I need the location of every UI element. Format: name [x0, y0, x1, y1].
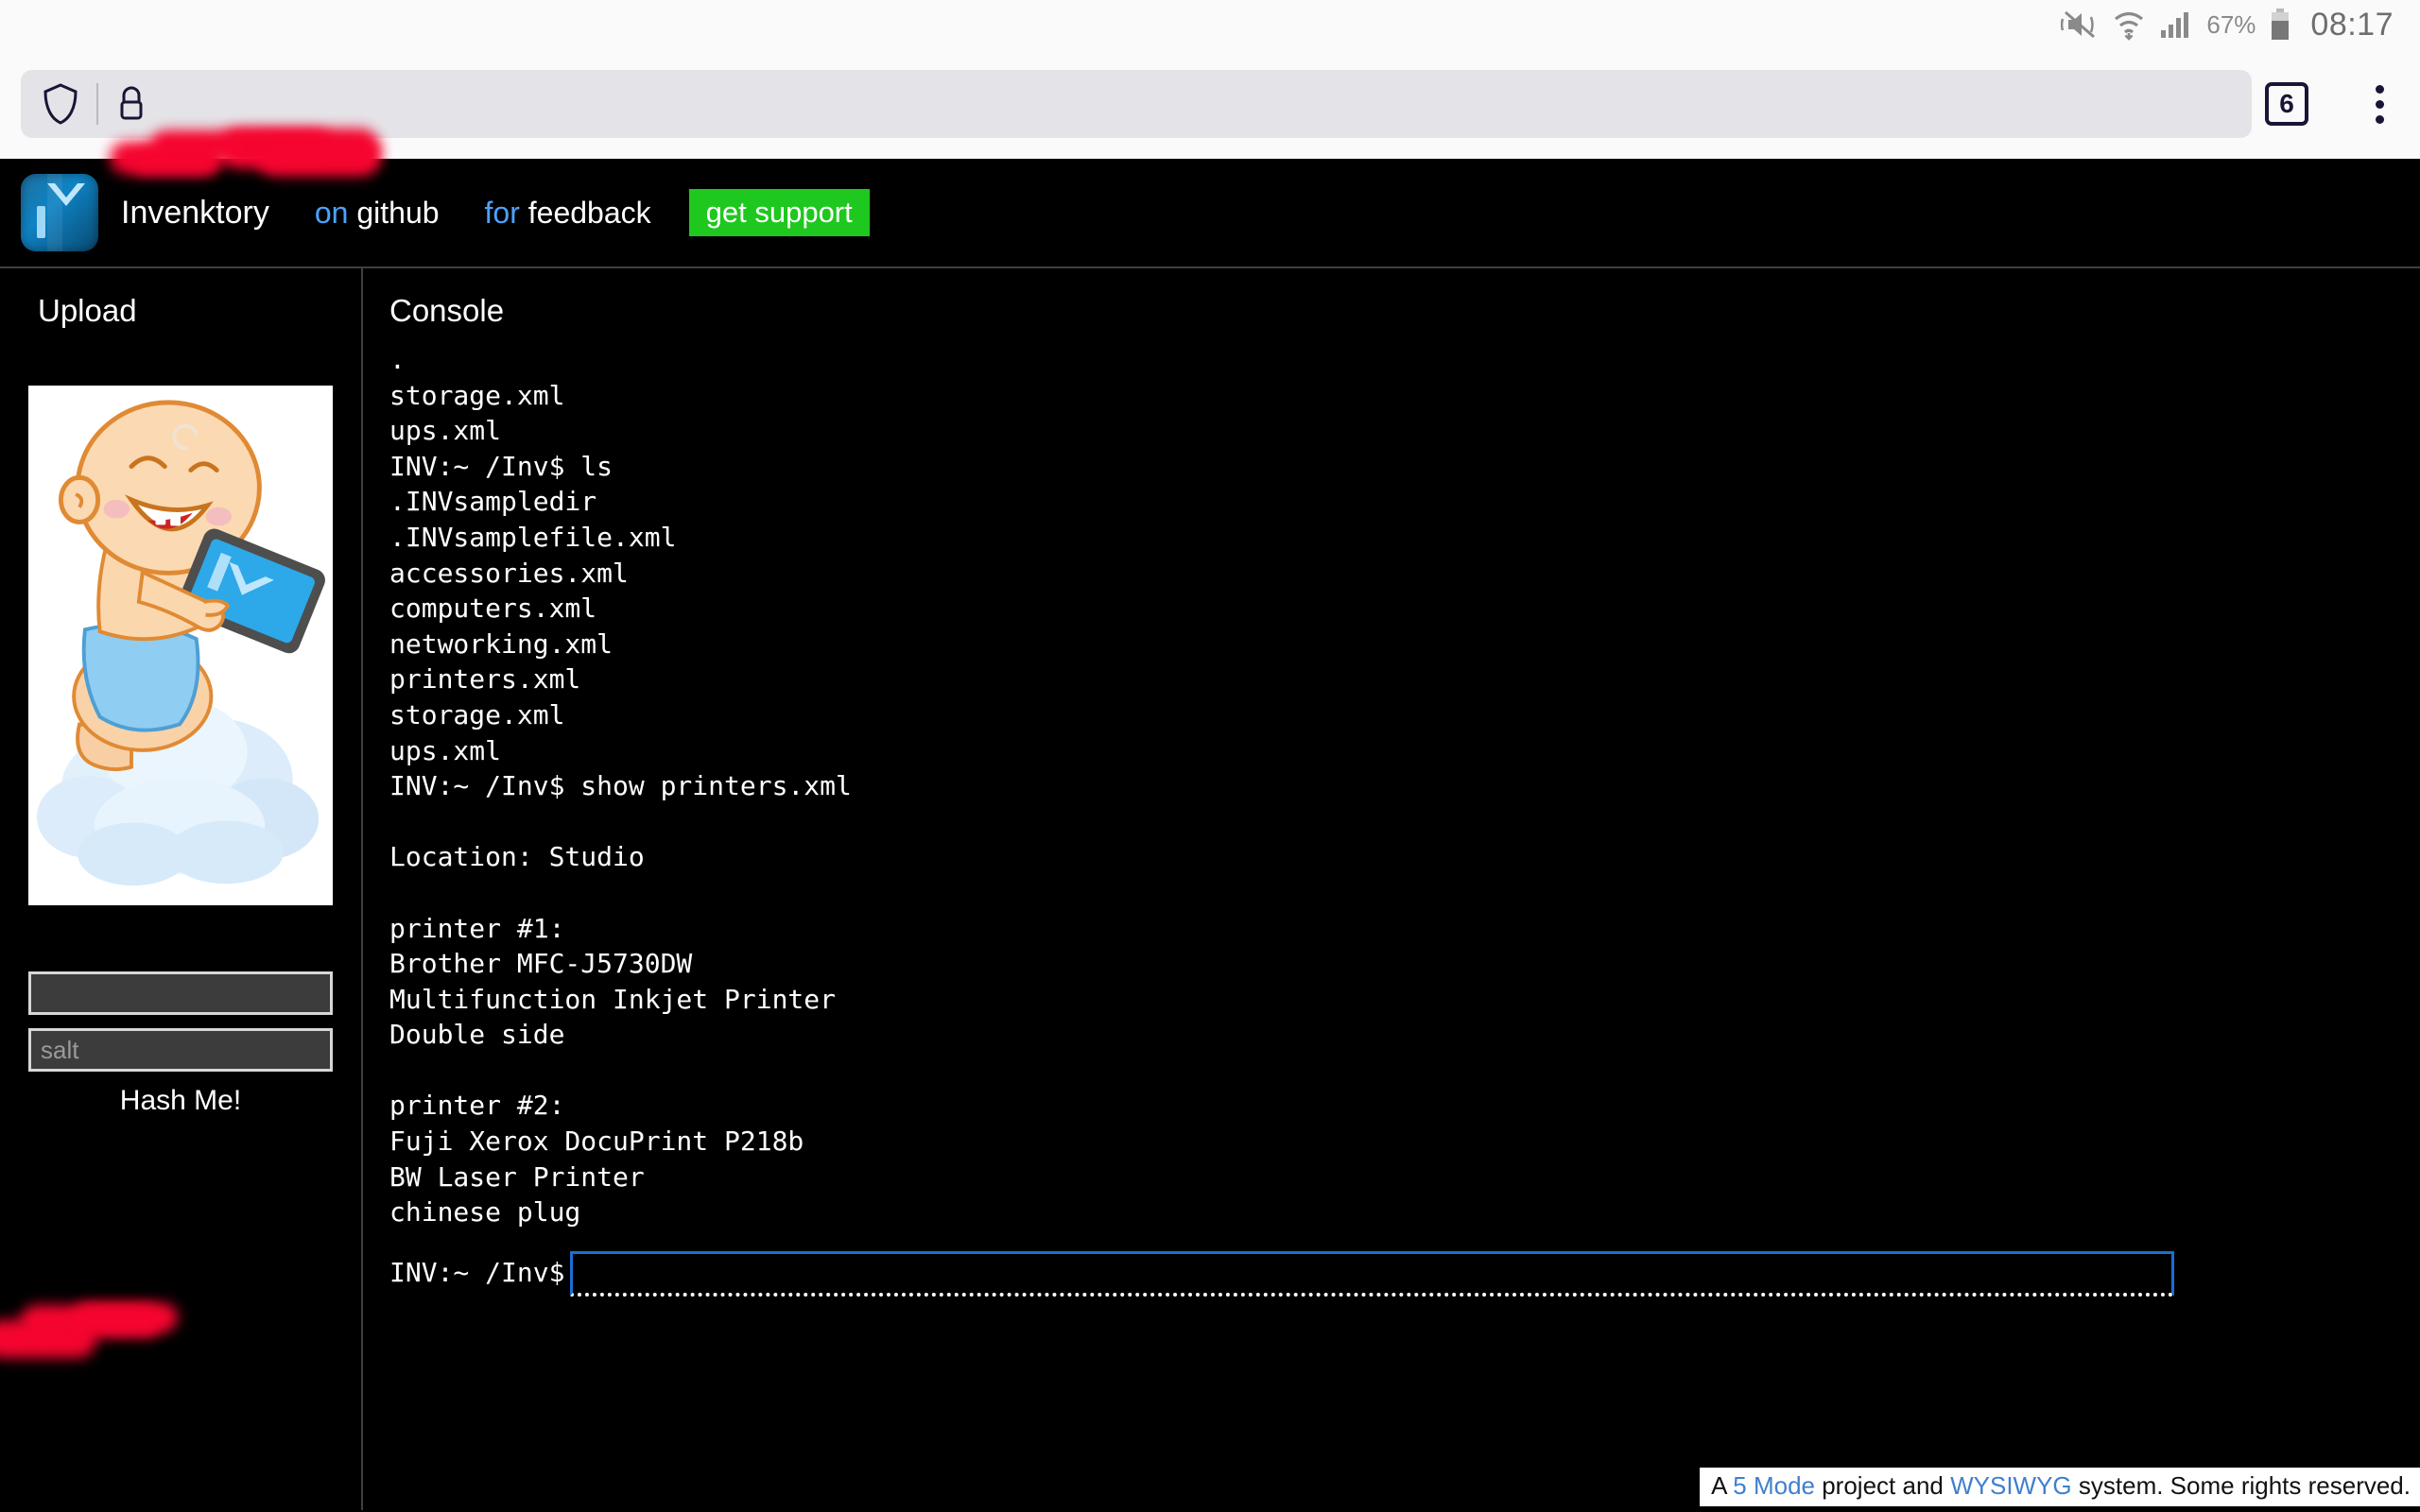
invenktory-logo-icon [21, 174, 98, 251]
footer-suffix: system. Some rights reserved. [2072, 1471, 2411, 1500]
nav-link-github[interactable]: on github [315, 196, 440, 231]
wifi-icon [2112, 9, 2146, 41]
shield-icon[interactable] [42, 82, 79, 126]
overflow-menu-icon[interactable] [2376, 85, 2384, 124]
hash-input-redaction-overlay [0, 1303, 182, 1356]
hash-input[interactable] [28, 971, 333, 1015]
nav-link-feedback[interactable]: for feedback [485, 196, 651, 231]
app-header: Invenktory on github for feedback get su… [0, 159, 2420, 268]
console-output: . storage.xml ups.xml INV:~ /Inv$ ls .IN… [389, 342, 2420, 1230]
console-prompt-row: INV:~ /Inv$ [389, 1251, 2420, 1297]
main-body: Upload [0, 268, 2420, 1510]
brand-title: Invenktory [121, 195, 269, 232]
address-bar[interactable] [21, 70, 2252, 138]
footer-prefix: A [1711, 1471, 1733, 1500]
hash-me-button[interactable]: Hash Me! [0, 1085, 361, 1117]
vibrate-mute-icon [2061, 9, 2099, 41]
tab-counter-button[interactable]: 6 [2265, 82, 2308, 126]
status-clock: 08:17 [2310, 7, 2394, 43]
console-command-input[interactable] [570, 1251, 2174, 1297]
lock-icon[interactable] [115, 84, 147, 124]
get-support-button[interactable]: get support [689, 189, 870, 236]
browser-toolbar: 6 [0, 49, 2420, 159]
footer-credits: A 5 Mode project and WYSIWYG system. Som… [1700, 1468, 2420, 1506]
page-content: Invenktory on github for feedback get su… [0, 159, 2420, 1512]
baby-on-cloud-with-tablet-image [28, 386, 333, 905]
cell-signal-icon [2159, 9, 2193, 40]
footer-link-5mode[interactable]: 5 Mode [1733, 1471, 1815, 1500]
upload-title: Upload [0, 293, 361, 329]
omnibox-divider [96, 83, 98, 125]
upload-sidebar: Upload [0, 268, 363, 1510]
console-title: Console [389, 293, 2420, 329]
salt-input[interactable] [28, 1028, 333, 1072]
console-prompt-label: INV:~ /Inv$ [389, 1251, 564, 1291]
battery-icon [2269, 8, 2291, 42]
footer-middle: project and [1815, 1471, 1950, 1500]
android-status-bar: 67% 08:17 [0, 0, 2420, 49]
console-panel: Console . storage.xml ups.xml INV:~ /Inv… [363, 268, 2420, 1510]
footer-link-wysiwyg[interactable]: WYSIWYG [1950, 1471, 2072, 1500]
battery-percent-label: 67% [2206, 10, 2256, 40]
